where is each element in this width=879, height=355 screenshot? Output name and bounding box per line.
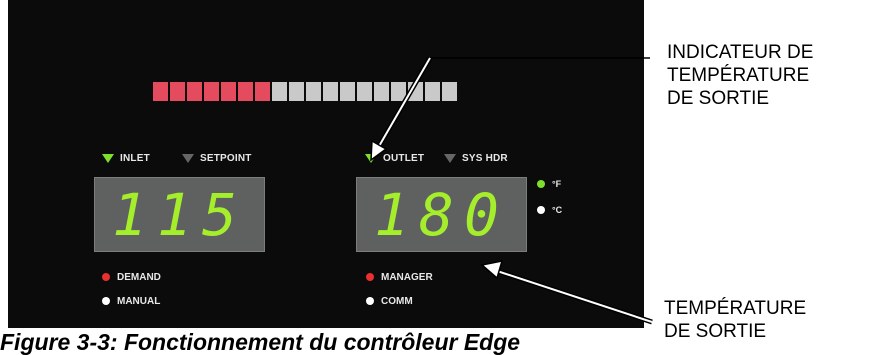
outlet-temperature-arrow xyxy=(480,260,653,325)
figure-caption: Figure 3-3: Fonctionnement du contrôleur… xyxy=(0,329,521,355)
callout-line: DE SORTIE xyxy=(667,88,770,109)
outlet-indicator-callout: INDICATEUR DE TEMPÉRATURE DE SORTIE xyxy=(667,41,813,110)
callout-line: INDICATEUR DE xyxy=(667,42,814,63)
outlet-temperature-callout: TEMPÉRATURE DE SORTIE xyxy=(664,297,807,343)
callout-line: DE SORTIE xyxy=(664,320,807,343)
outlet-indicator-arrow xyxy=(370,56,650,162)
callout-line: TEMPÉRATURE xyxy=(664,298,807,319)
callout-line: TEMPÉRATURE xyxy=(667,65,810,86)
